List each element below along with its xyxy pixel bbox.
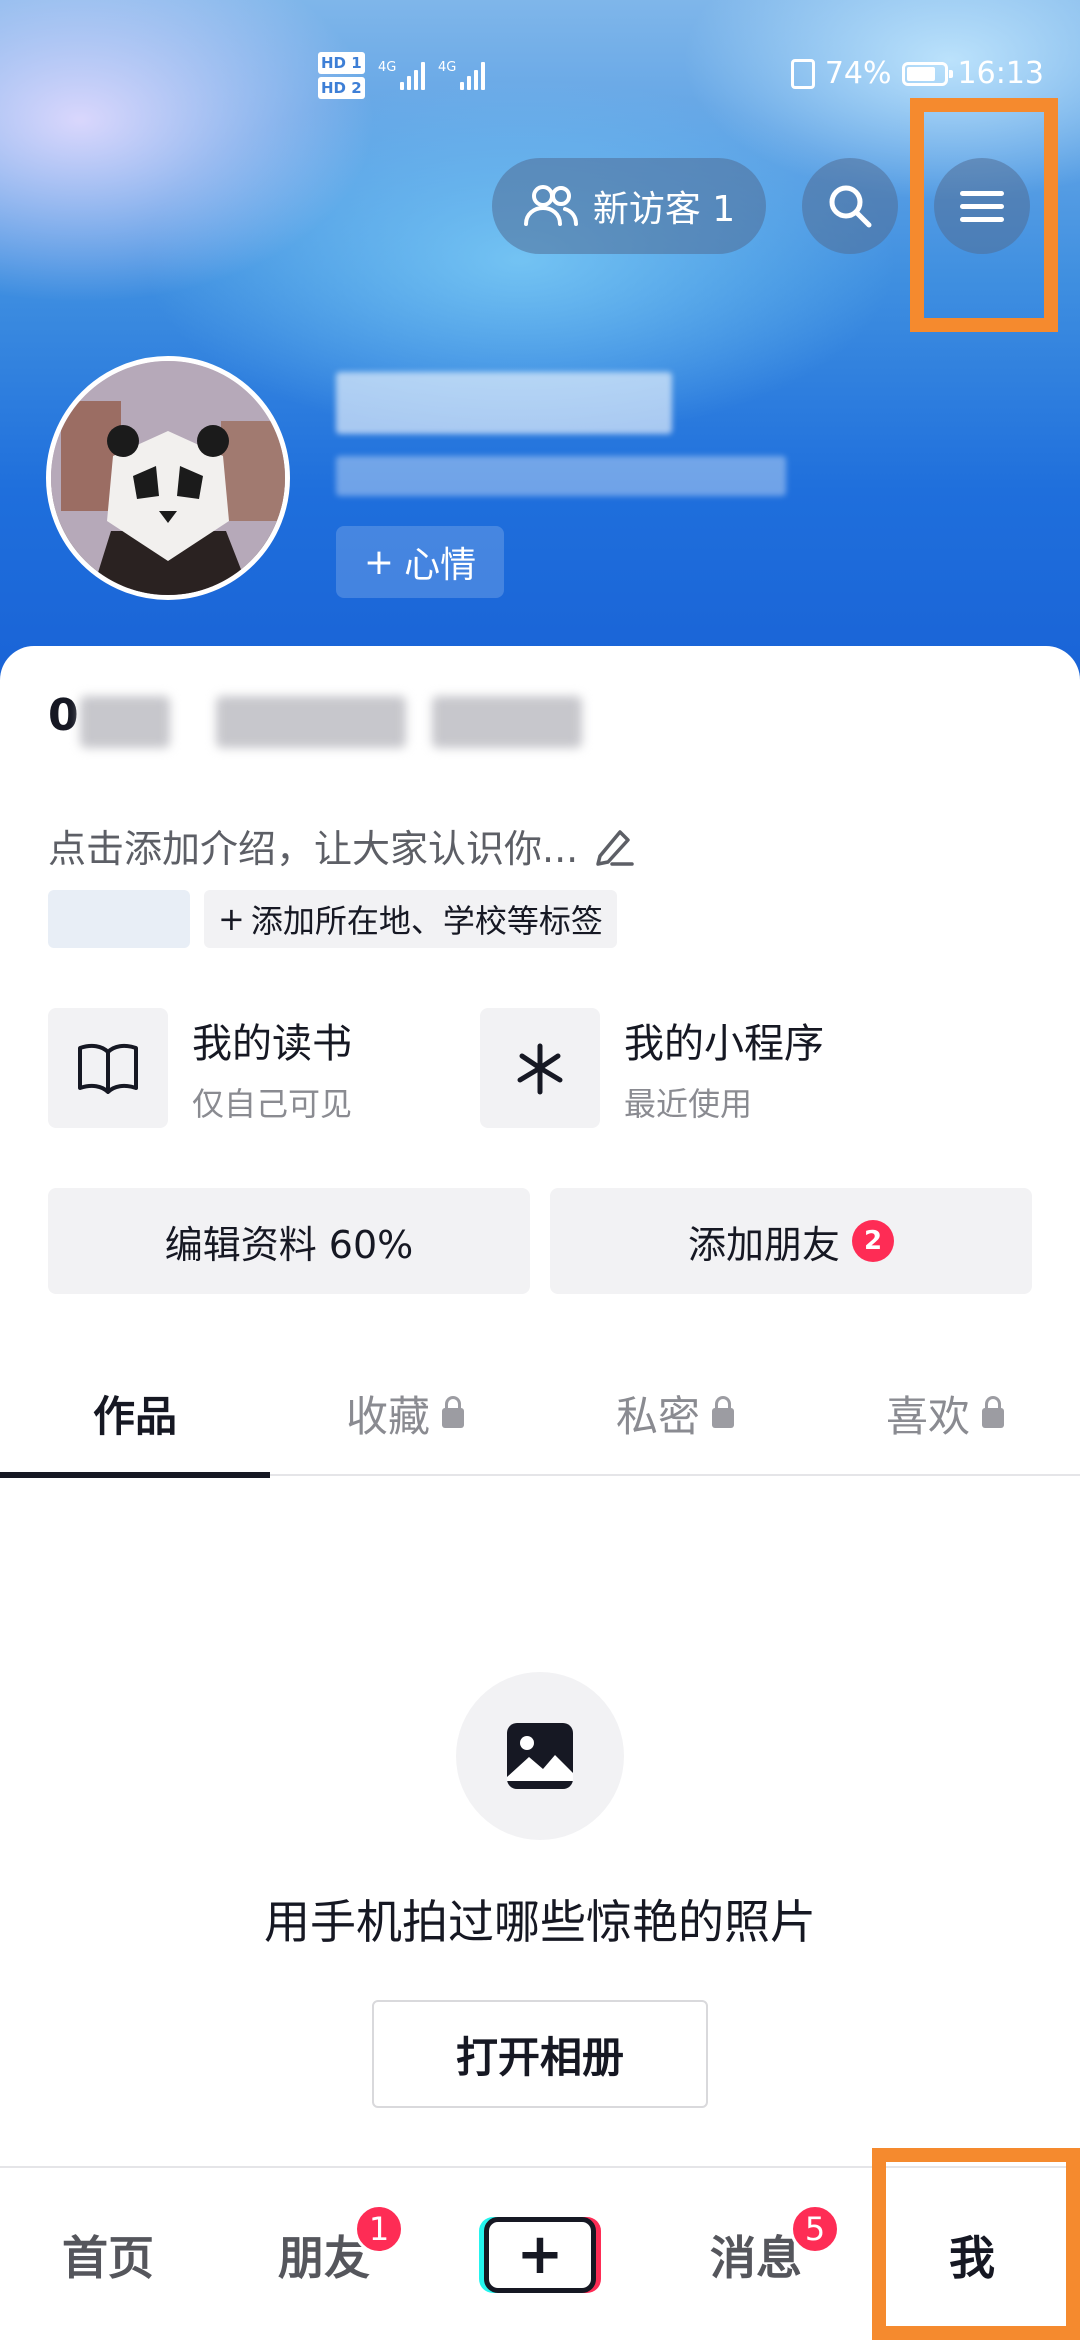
tag-row: + 添加所在地、学校等标签 [48,890,617,948]
lock-icon [982,1396,1004,1428]
nav-home-label: 首页 [62,2231,154,2285]
add-mood-button[interactable]: + 心情 [336,526,504,598]
edit-profile-label: 编辑资料 60% [164,1222,414,1267]
tab-likes-label: 喜欢 [885,1391,970,1441]
tab-private[interactable]: 私密 [540,1350,810,1476]
network-type-2: 4G [438,60,457,75]
battery-percent: 74% [824,56,892,91]
following-count-redacted [80,696,170,748]
nav-home[interactable]: 首页 [0,2168,216,2340]
battery-icon [901,61,953,86]
tab-favorites[interactable]: 收藏 [270,1350,540,1476]
sim-indicators: HD 1 HD 2 [318,52,365,102]
tab-works-label: 作品 [92,1391,177,1441]
visitors-label: 新访客 1 [592,189,736,230]
avatar[interactable] [46,356,290,600]
plus-icon: + [218,900,245,938]
panda-avatar-image [51,361,285,595]
my-mini-programs-title: 我的小程序 [624,1021,824,1067]
fans-redacted [432,696,582,748]
mini-program-icon [480,1008,600,1128]
add-friends-label: 添加朋友 [687,1222,840,1267]
sim1-label: HD 1 [318,52,365,74]
lock-icon [442,1396,464,1428]
profile-header-background: HD 1 HD 2 4G 4G 74% 16:13 新访客 1 + 心情 [0,0,1080,700]
image-icon [507,1723,573,1789]
tab-works[interactable]: 作品 [0,1350,270,1478]
add-tag-button[interactable]: + 添加所在地、学校等标签 [204,890,617,948]
create-plus-icon: + [484,2217,596,2293]
signal-bars-1-icon [400,60,425,90]
tab-private-label: 私密 [615,1391,700,1441]
menu-highlight-box [910,98,1058,332]
content-tabs: 作品 收藏 私密 喜欢 [0,1350,1080,1478]
lock-icon [712,1396,734,1428]
my-mini-programs-entry[interactable]: 我的小程序 最近使用 [480,1008,824,1128]
stats-count: 0 [48,690,79,741]
open-album-button[interactable]: 打开相册 [372,2000,708,2108]
active-tab-indicator [0,1472,270,1478]
followers-redacted [216,696,406,748]
plus-icon: + [363,541,395,583]
tab-favorites-label: 收藏 [345,1391,430,1441]
nav-create[interactable]: + [432,2168,648,2340]
add-friends-badge: 2 [852,1220,894,1262]
bio-edit[interactable]: 点击添加介绍，让大家认识你... [48,818,636,873]
my-reading-entry[interactable]: 我的读书 仅自己可见 [48,1008,352,1128]
empty-state-text: 用手机拍过哪些惊艳的照片 [264,1895,816,1949]
nav-friends[interactable]: 朋友 1 [216,2168,432,2340]
nav-messages-label: 消息 [710,2231,802,2285]
network-type-1: 4G [378,60,397,75]
status-right: 74% 16:13 [790,56,1044,91]
pencil-icon [596,829,634,866]
bio-placeholder: 点击添加介绍，让大家认识你... [48,827,579,871]
tab-likes[interactable]: 喜欢 [810,1350,1080,1476]
mood-label: 心情 [404,545,477,586]
search-icon [829,185,872,228]
my-mini-programs-subtitle: 最近使用 [624,1085,753,1123]
profile-card: 0 点击添加介绍，让大家认识你... + 添加所在地、学校等标签 我的读书 仅自… [0,646,1080,2166]
signal-bars-2-icon [460,60,485,90]
username-redacted [336,372,672,434]
clock: 16:13 [957,56,1044,91]
user-id-redacted [336,456,786,496]
status-bar: HD 1 HD 2 4G 4G 74% 16:13 [0,52,1080,102]
my-reading-title: 我的读书 [192,1021,352,1067]
search-button[interactable] [802,158,898,254]
edit-profile-button[interactable]: 编辑资料 60% [48,1188,530,1294]
gender-age-tag-redacted[interactable] [48,890,190,948]
nav-messages[interactable]: 消息 5 [648,2168,864,2340]
my-reading-subtitle: 仅自己可见 [192,1085,353,1123]
add-tag-label: 添加所在地、学校等标签 [250,902,603,940]
nav-friends-badge: 1 [354,2204,404,2254]
me-tab-highlight-box [872,2148,1080,2340]
visitors-icon [523,185,578,226]
new-visitors-button[interactable]: 新访客 1 [492,158,766,254]
sim2-label: HD 2 [318,77,365,99]
add-friends-button[interactable]: 添加朋友 2 [550,1188,1032,1294]
book-icon [48,1008,168,1128]
empty-state-icon-wrap [456,1672,624,1840]
nav-messages-badge: 5 [790,2204,840,2254]
vibrate-icon [790,58,815,89]
